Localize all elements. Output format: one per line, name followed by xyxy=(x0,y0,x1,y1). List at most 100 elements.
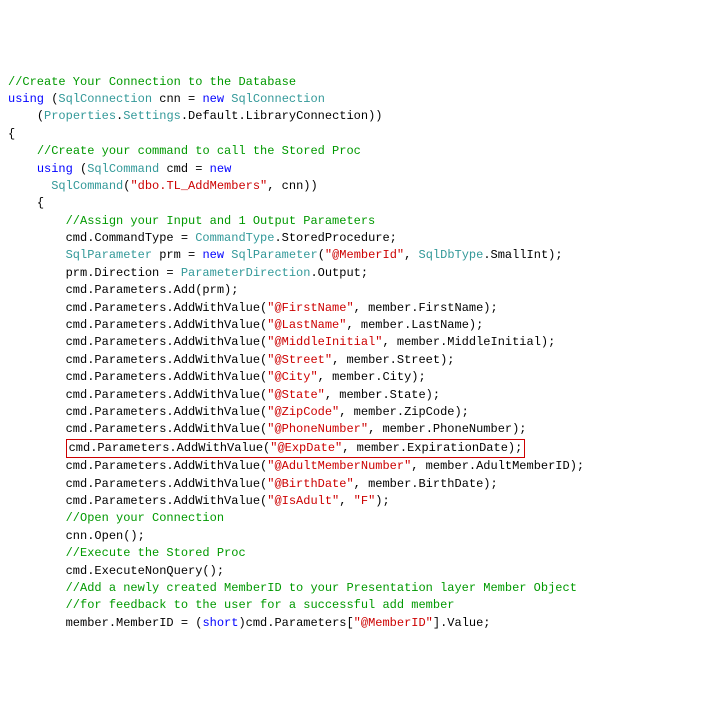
code-token: SqlDbType xyxy=(419,248,484,262)
code-line: cmd.Parameters.AddWithValue("@Street", m… xyxy=(8,352,696,369)
code-line: using (SqlConnection cnn = new SqlConnec… xyxy=(8,91,696,108)
code-token: SqlCommand xyxy=(87,162,159,176)
code-token: //for feedback to the user for a success… xyxy=(66,598,455,612)
code-token: "@MemberID" xyxy=(354,616,433,630)
code-token: , cnn)) xyxy=(267,179,317,193)
code-line: cmd.Parameters.AddWithValue("@LastName",… xyxy=(8,317,696,334)
code-token: cmd.Parameters.AddWithValue( xyxy=(66,318,268,332)
code-line: { xyxy=(8,195,696,212)
code-line: cmd.Parameters.AddWithValue("@ZipCode", … xyxy=(8,404,696,421)
code-token: ); xyxy=(375,494,389,508)
code-token: cnn = xyxy=(152,92,202,106)
code-token: cmd.Parameters.AddWithValue( xyxy=(66,335,268,349)
code-line: cmd.ExecuteNonQuery(); xyxy=(8,563,696,580)
code-token: , member.MiddleInitial); xyxy=(382,335,555,349)
code-token: , member.PhoneNumber); xyxy=(368,422,526,436)
code-token: //Open your Connection xyxy=(66,511,224,525)
code-token: ].Value; xyxy=(433,616,491,630)
code-line: prm.Direction = ParameterDirection.Outpu… xyxy=(8,265,696,282)
code-token: cmd.CommandType = xyxy=(66,231,196,245)
code-token: using xyxy=(37,162,73,176)
code-token: //Execute the Stored Proc xyxy=(66,546,246,560)
code-line: cmd.CommandType = CommandType.StoredProc… xyxy=(8,230,696,247)
code-token: new xyxy=(210,162,232,176)
code-token: )cmd.Parameters[ xyxy=(238,616,353,630)
code-token: cmd.Parameters.AddWithValue( xyxy=(66,422,268,436)
code-line: SqlParameter prm = new SqlParameter("@Me… xyxy=(8,247,696,264)
code-token: cmd.Parameters.AddWithValue( xyxy=(66,405,268,419)
code-token: SqlConnection xyxy=(231,92,325,106)
code-token: "F" xyxy=(354,494,376,508)
code-token: .StoredProcedure; xyxy=(274,231,396,245)
code-token: , member.Street); xyxy=(332,353,454,367)
code-line: cnn.Open(); xyxy=(8,528,696,545)
code-token: Settings xyxy=(123,109,181,123)
code-token: , member.State); xyxy=(325,388,440,402)
code-token: "@ExpDate" xyxy=(270,441,342,455)
code-token: prm = xyxy=(152,248,202,262)
code-token: "@PhoneNumber" xyxy=(267,422,368,436)
code-token: , member.AdultMemberID); xyxy=(411,459,584,473)
code-token: { xyxy=(37,196,44,210)
code-line: cmd.Parameters.AddWithValue("@State", me… xyxy=(8,387,696,404)
code-token: cmd.Parameters.AddWithValue( xyxy=(66,370,268,384)
code-token: cmd.Parameters.AddWithValue( xyxy=(69,441,271,455)
code-token: , member.ExpirationDate); xyxy=(342,441,522,455)
code-token: cnn.Open(); xyxy=(66,529,145,543)
code-token: //Create Your Connection to the Database xyxy=(8,75,296,89)
code-token: cmd.Parameters.AddWithValue( xyxy=(66,353,268,367)
code-token: .SmallInt); xyxy=(483,248,562,262)
code-token: "@IsAdult" xyxy=(267,494,339,508)
code-token: "@LastName" xyxy=(267,318,346,332)
code-token: SqlConnection xyxy=(58,92,152,106)
code-line: //Add a newly created MemberID to your P… xyxy=(8,580,696,597)
code-token: short xyxy=(202,616,238,630)
code-token: , xyxy=(339,494,353,508)
code-line: cmd.Parameters.AddWithValue("@IsAdult", … xyxy=(8,493,696,510)
code-token: "@BirthDate" xyxy=(267,477,353,491)
code-line: member.MemberID = (short)cmd.Parameters[… xyxy=(8,615,696,632)
code-token: prm.Direction = xyxy=(66,266,181,280)
code-line: (Properties.Settings.Default.LibraryConn… xyxy=(8,108,696,125)
code-token: , member.ZipCode); xyxy=(339,405,469,419)
code-line: //for feedback to the user for a success… xyxy=(8,597,696,614)
code-token: member.MemberID = ( xyxy=(66,616,203,630)
code-token: SqlCommand xyxy=(51,179,123,193)
code-token: cmd.Parameters.Add(prm); xyxy=(66,283,239,297)
code-token: ( xyxy=(318,248,325,262)
code-line: //Execute the Stored Proc xyxy=(8,545,696,562)
code-token: , xyxy=(404,248,418,262)
code-token: ( xyxy=(37,109,44,123)
code-line: //Assign your Input and 1 Output Paramet… xyxy=(8,213,696,230)
code-line: cmd.Parameters.AddWithValue("@MiddleInit… xyxy=(8,334,696,351)
code-token: cmd.Parameters.AddWithValue( xyxy=(66,477,268,491)
code-line: cmd.Parameters.AddWithValue("@ExpDate", … xyxy=(8,439,696,458)
code-token: "@MiddleInitial" xyxy=(267,335,382,349)
code-token: ( xyxy=(73,162,87,176)
code-block: //Create Your Connection to the Database… xyxy=(8,74,696,633)
code-line: cmd.Parameters.AddWithValue("@PhoneNumbe… xyxy=(8,421,696,438)
code-token: "@MemberId" xyxy=(325,248,404,262)
highlighted-line: cmd.Parameters.AddWithValue("@ExpDate", … xyxy=(66,439,526,458)
code-token: "dbo.TL_AddMembers" xyxy=(130,179,267,193)
code-token: CommandType xyxy=(195,231,274,245)
code-token: Properties xyxy=(44,109,116,123)
code-line: using (SqlCommand cmd = new xyxy=(8,161,696,178)
code-token: "@AdultMemberNumber" xyxy=(267,459,411,473)
code-token: "@ZipCode" xyxy=(267,405,339,419)
code-token: new xyxy=(202,92,224,106)
code-line: SqlCommand("dbo.TL_AddMembers", cnn)) xyxy=(8,178,696,195)
code-token: ParameterDirection xyxy=(181,266,311,280)
code-token: , member.City); xyxy=(318,370,426,384)
code-line: cmd.Parameters.AddWithValue("@City", mem… xyxy=(8,369,696,386)
code-token: "@City" xyxy=(267,370,317,384)
code-token: , member.LastName); xyxy=(346,318,483,332)
code-line: cmd.Parameters.AddWithValue("@AdultMembe… xyxy=(8,458,696,475)
code-token: "@FirstName" xyxy=(267,301,353,315)
code-line: cmd.Parameters.Add(prm); xyxy=(8,282,696,299)
code-token: ( xyxy=(44,92,58,106)
code-token: using xyxy=(8,92,44,106)
code-token: SqlParameter xyxy=(231,248,317,262)
code-token: //Create your command to call the Stored… xyxy=(37,144,361,158)
code-token: , member.BirthDate); xyxy=(354,477,498,491)
